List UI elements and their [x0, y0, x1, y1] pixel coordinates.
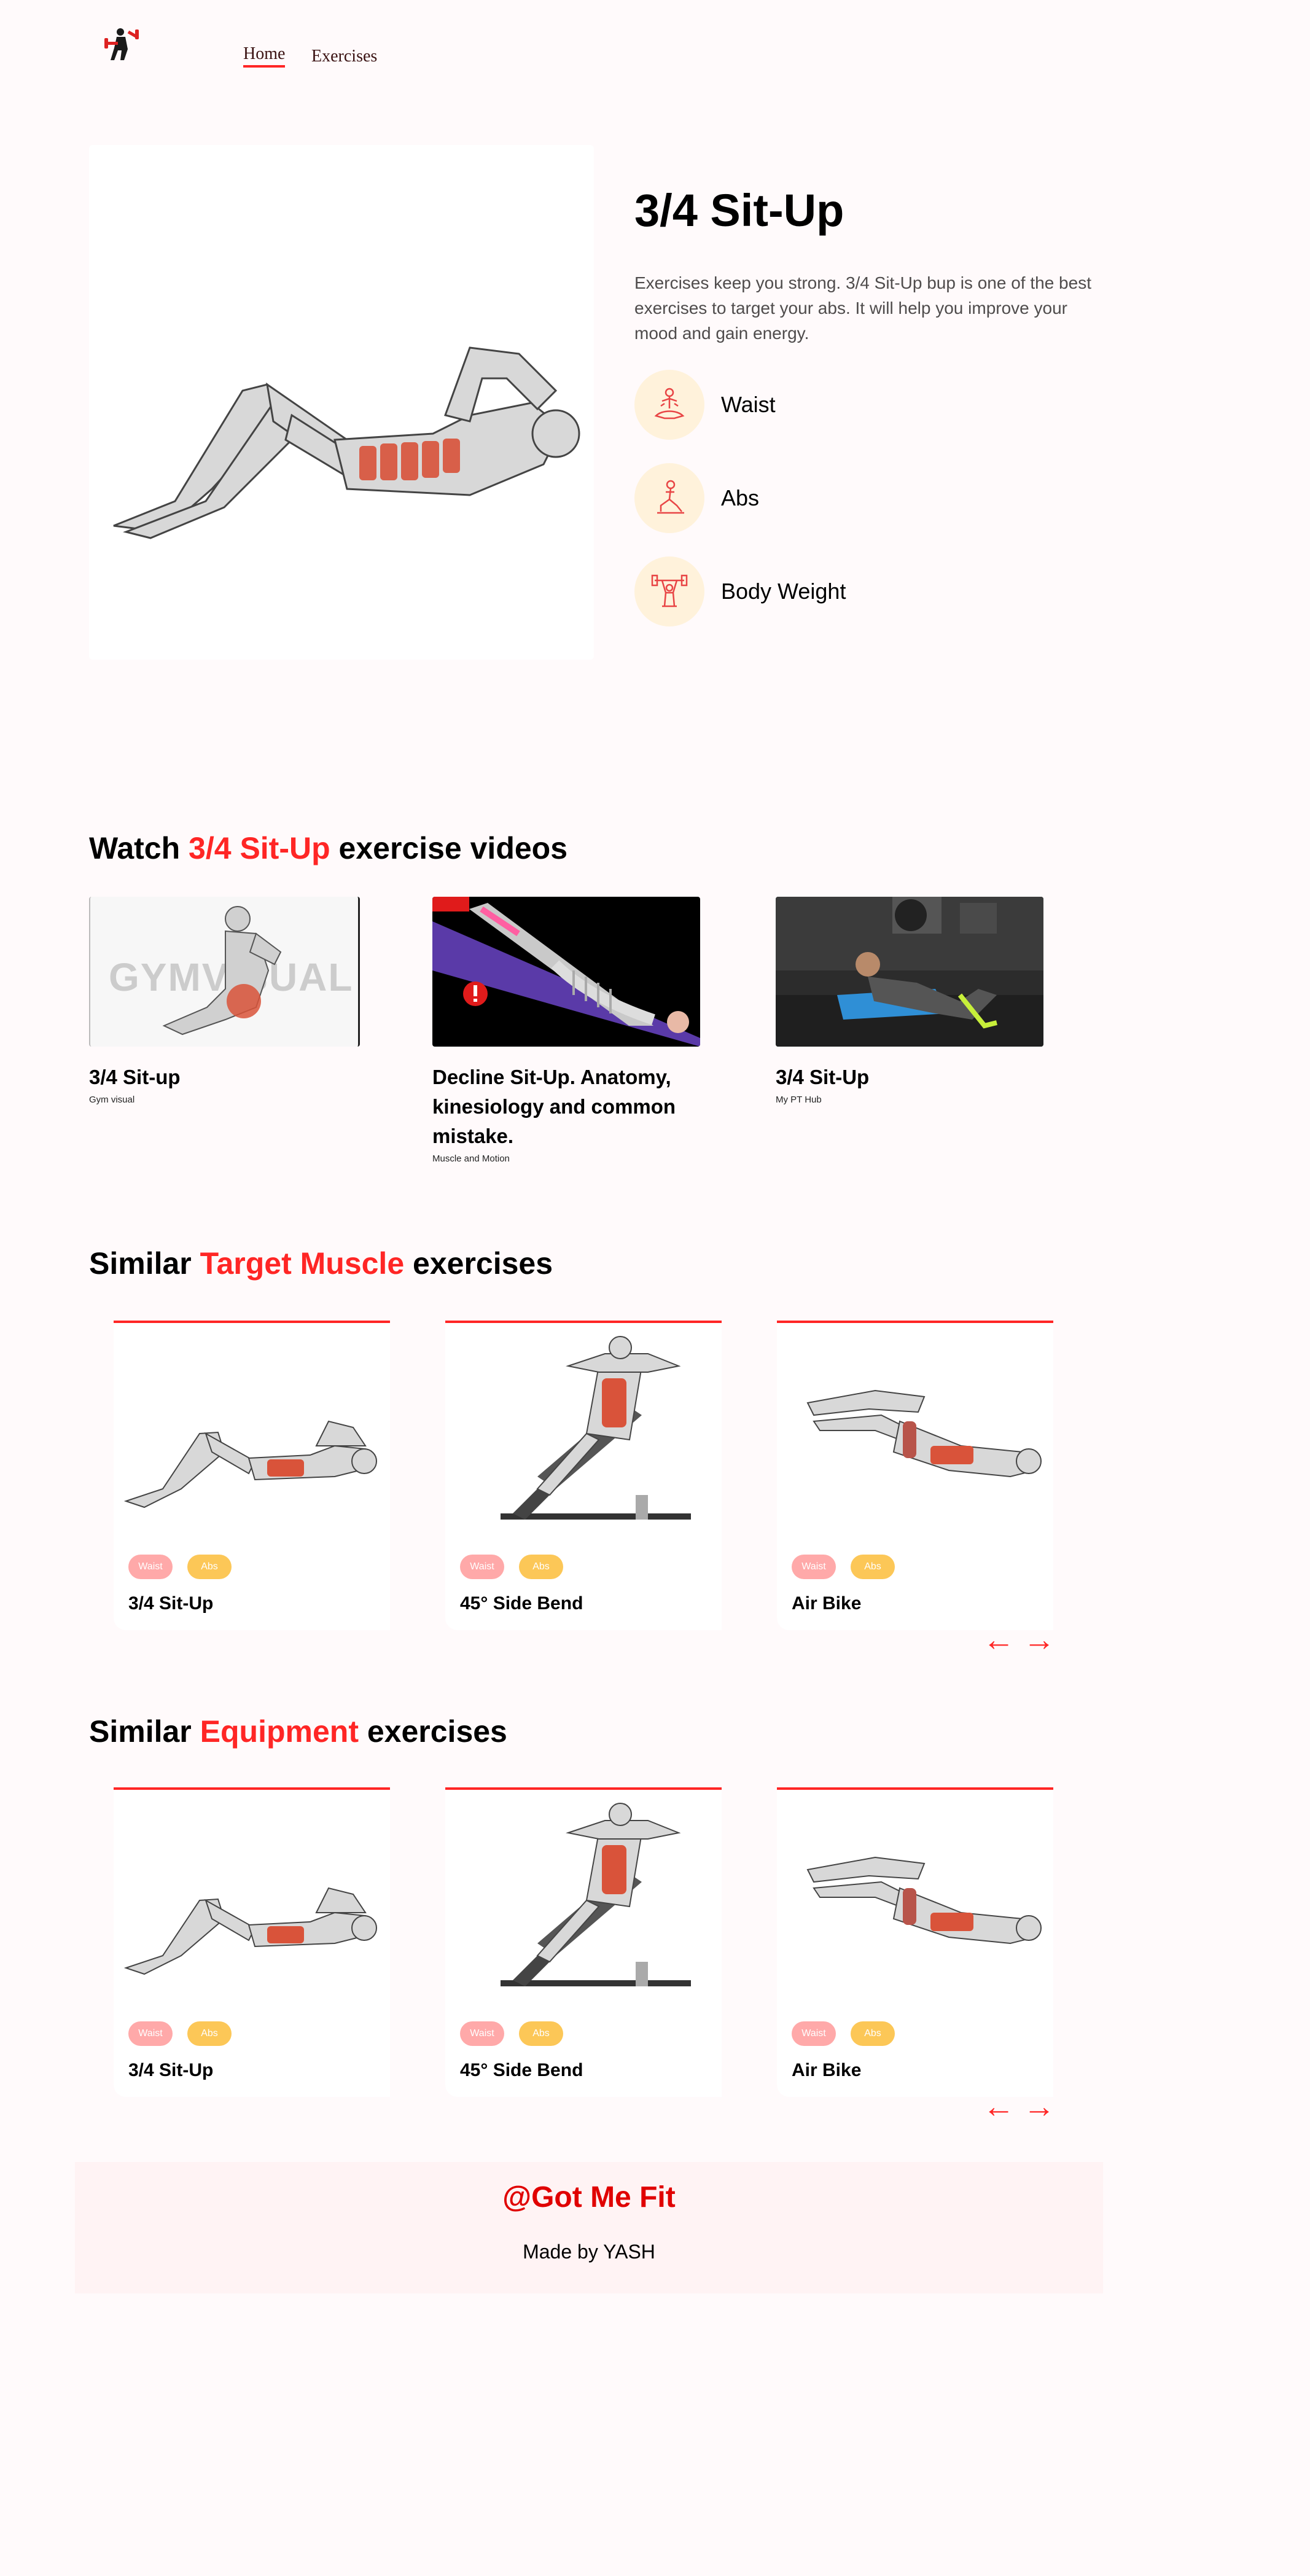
title-text: exercise videos: [330, 831, 568, 865]
scroll-left-arrow-icon[interactable]: ←: [983, 2091, 1015, 2123]
video-title[interactable]: 3/4 Sit-Up: [776, 1063, 1043, 1092]
video-title[interactable]: 3/4 Sit-up: [89, 1063, 357, 1092]
tag-abs[interactable]: Abs: [851, 1555, 895, 1579]
tag-abs[interactable]: Abs: [519, 2021, 563, 2046]
title-text: Watch: [89, 831, 189, 865]
video-title[interactable]: Decline Sit-Up. Anatomy, kinesiology and…: [432, 1063, 700, 1151]
tag-waist[interactable]: Waist: [792, 2021, 836, 2046]
video-thumbnail[interactable]: GYMVISUAL: [89, 897, 360, 1047]
tag-waist[interactable]: Waist: [460, 2021, 504, 2046]
tag-abs[interactable]: Abs: [187, 1555, 232, 1579]
site-logo[interactable]: [103, 26, 146, 63]
weightlifter-icon: [634, 556, 704, 626]
meditation-icon: [634, 370, 704, 440]
nav-home-link[interactable]: Home: [243, 44, 286, 68]
footer: @Got Me Fit Made by YASH: [75, 2162, 1103, 2293]
videos-section-title: Watch 3/4 Sit-Up exercise videos: [89, 830, 567, 866]
exercise-card[interactable]: Waist Abs 45° Side Bend: [445, 1321, 722, 1630]
footer-credit: Made by YASH: [523, 2241, 655, 2263]
title-text: Similar: [89, 1246, 200, 1281]
title-text: exercises: [404, 1246, 553, 1281]
video-channel: My PT Hub: [776, 1095, 822, 1105]
exercise-description: Exercises keep you strong. 3/4 Sit-Up bu…: [634, 273, 1091, 343]
detail-label: Abs: [721, 485, 760, 510]
tag-abs[interactable]: Abs: [851, 2021, 895, 2046]
exercise-name: 3/4 Sit-Up: [128, 1593, 214, 1614]
equipment-section-title: Similar Equipment exercises: [89, 1714, 507, 1749]
tag-waist[interactable]: Waist: [792, 1555, 836, 1579]
title-text: exercises: [358, 1714, 507, 1749]
dumbbell-logo-icon: [104, 28, 139, 60]
detail-body-part: Waist: [634, 370, 776, 440]
exercise-name: Air Bike: [792, 1593, 862, 1614]
exercise-name: 45° Side Bend: [460, 2060, 583, 2080]
scroll-right-arrow-icon[interactable]: →: [1023, 2091, 1055, 2123]
title-highlight: Equipment: [200, 1714, 359, 1749]
video-thumbnail[interactable]: [432, 897, 700, 1047]
lunge-figure-icon: [634, 463, 704, 533]
exercise-illustration: [89, 145, 594, 660]
footer-brand: @Got Me Fit: [502, 2181, 676, 2214]
exercise-name: 3/4 Sit-Up: [128, 2060, 214, 2080]
scroll-left-arrow-icon[interactable]: ←: [983, 1624, 1015, 1656]
tag-waist[interactable]: Waist: [128, 1555, 173, 1579]
exercise-card[interactable]: Waist Abs Air Bike: [777, 1321, 1053, 1630]
video-card[interactable]: GYMVISUAL 3/4 Sit-up Gym visual: [89, 897, 360, 1105]
scroll-right-arrow-icon[interactable]: →: [1023, 1624, 1055, 1656]
exercise-card[interactable]: Waist Abs Air Bike: [777, 1787, 1053, 2097]
exercise-name: 45° Side Bend: [460, 1593, 583, 1614]
tag-waist[interactable]: Waist: [460, 1555, 504, 1579]
detail-target: Abs: [634, 463, 759, 533]
target-section-title: Similar Target Muscle exercises: [89, 1246, 553, 1281]
detail-equipment: Body Weight: [634, 556, 846, 626]
video-channel: Muscle and Motion: [432, 1153, 510, 1164]
detail-label: Body Weight: [721, 579, 846, 604]
exercise-thumbnail: [501, 1336, 691, 1520]
tag-abs[interactable]: Abs: [519, 1555, 563, 1579]
title-highlight: Target Muscle: [200, 1246, 405, 1281]
exercise-card[interactable]: Waist Abs 3/4 Sit-Up: [114, 1321, 390, 1630]
exercise-thumbnail: [501, 1803, 691, 1986]
exercise-thumbnail: [806, 1389, 1042, 1478]
nav-exercises-link[interactable]: Exercises: [311, 47, 377, 66]
exercise-card[interactable]: Waist Abs 3/4 Sit-Up: [114, 1787, 390, 2097]
exercise-name: Air Bike: [792, 2060, 862, 2080]
title-text: Similar: [89, 1714, 200, 1749]
exercise-card[interactable]: Waist Abs 45° Side Bend: [445, 1787, 722, 2097]
exercise-thumbnail: [806, 1856, 1042, 1945]
exercise-title: 3/4 Sit-Up: [634, 185, 844, 236]
video-card[interactable]: Decline Sit-Up. Anatomy, kinesiology and…: [432, 897, 700, 1164]
title-highlight: 3/4 Sit-Up: [189, 831, 330, 865]
tag-waist[interactable]: Waist: [128, 2021, 173, 2046]
video-thumbnail[interactable]: [776, 897, 1043, 1047]
tag-abs[interactable]: Abs: [187, 2021, 232, 2046]
video-channel: Gym visual: [89, 1095, 135, 1105]
exercise-thumbnail: [123, 1420, 377, 1509]
video-card[interactable]: 3/4 Sit-Up My PT Hub: [776, 897, 1043, 1105]
detail-label: Waist: [721, 392, 776, 417]
exercise-thumbnail: [123, 1887, 377, 1975]
